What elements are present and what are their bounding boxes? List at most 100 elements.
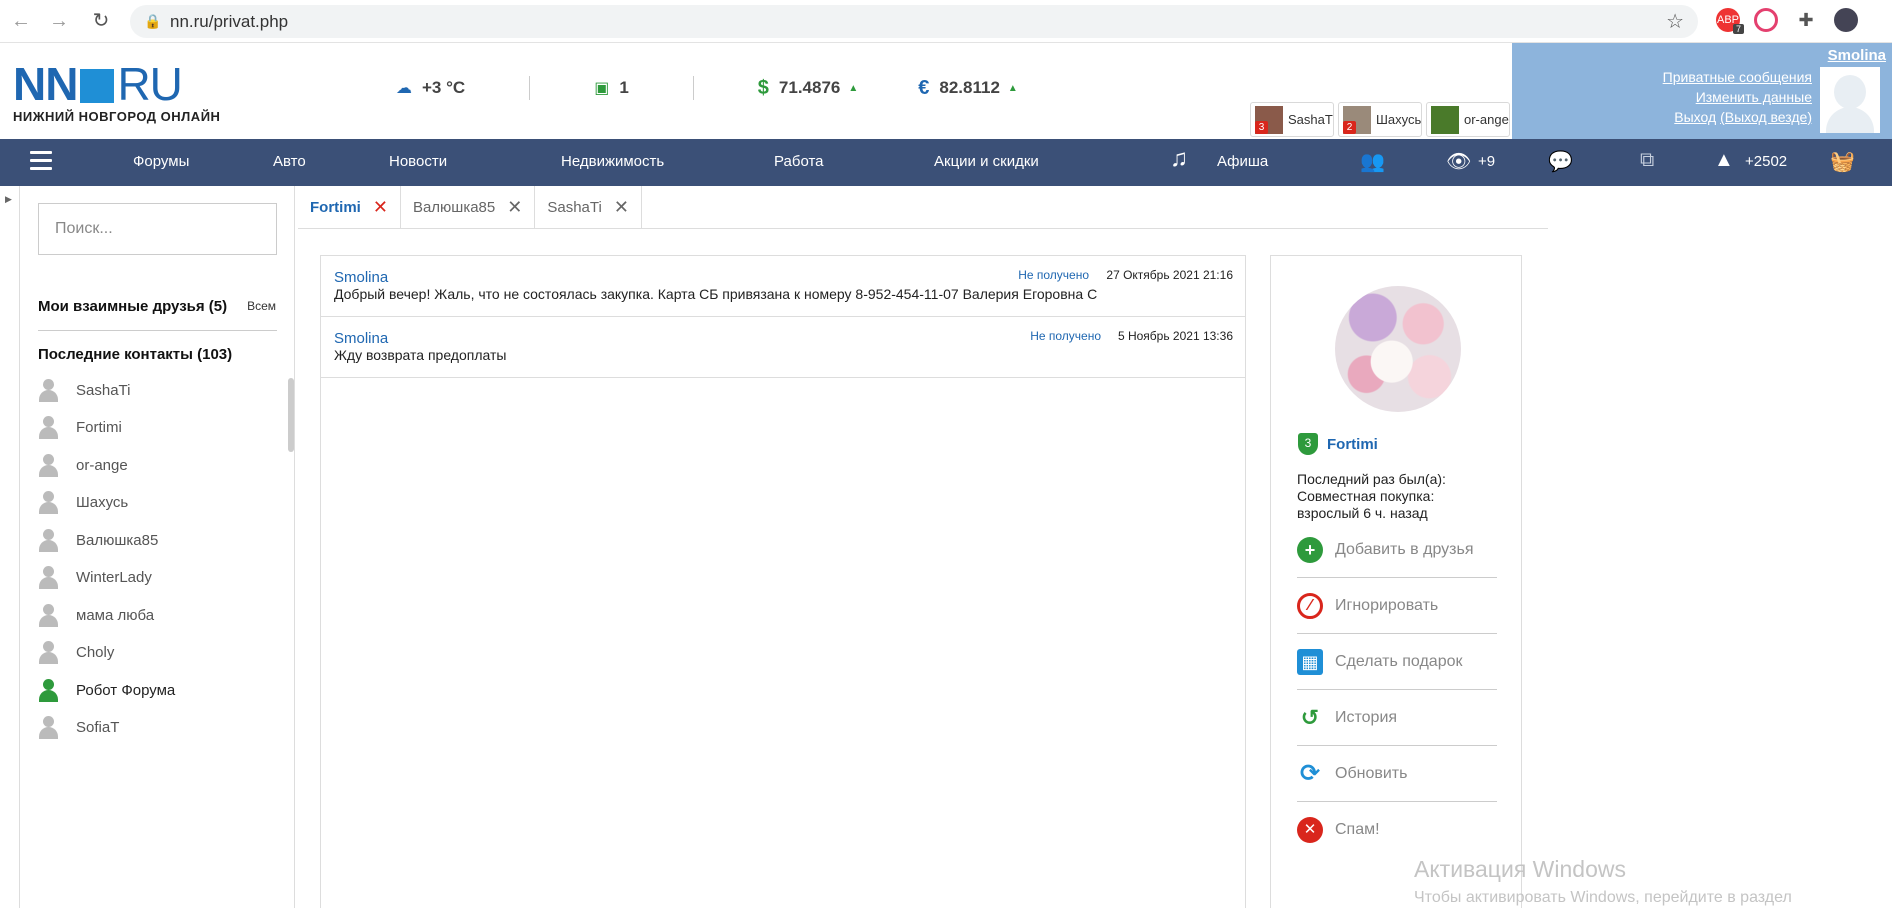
menu-hamburger-icon[interactable]	[30, 151, 52, 175]
message-text: Жду возврата предоплаты	[334, 347, 507, 363]
last-seen-info: Последний раз был(а): Совместная покупка…	[1297, 471, 1446, 521]
traffic-map-icon: ▣	[594, 80, 610, 97]
lock-icon: 🔒	[144, 13, 162, 29]
nav-deals[interactable]: Акции и скидки	[934, 153, 1039, 170]
site-header: NN RU НИЖНИЙ НОВГОРОД ОНЛАЙН ☁ +3 °C ▣ 1 …	[0, 43, 1892, 139]
close-icon[interactable]: ✕	[507, 197, 522, 218]
contact-item[interactable]: Шахусь	[38, 487, 268, 517]
block-icon: ⁄	[1297, 592, 1323, 619]
avatar	[1431, 105, 1459, 134]
nav-jobs[interactable]: Работа	[774, 153, 824, 170]
add-friend-button[interactable]: + Добавить в друзья	[1297, 522, 1497, 578]
windows-icon[interactable]: ⧉	[1640, 149, 1654, 172]
nav-afisha[interactable]: Афиша	[1217, 153, 1268, 170]
back-icon[interactable]: ←	[8, 8, 34, 34]
contact-item[interactable]: Робот Форума	[38, 675, 268, 705]
user-icon	[38, 714, 58, 740]
user-icon	[38, 414, 58, 440]
plus-icon: +	[1297, 536, 1323, 563]
friends-all-link[interactable]: Всем	[247, 299, 276, 313]
windows-activation-watermark: Активация Windows Чтобы активировать Win…	[1414, 856, 1792, 906]
contact-item[interactable]: Choly	[38, 637, 268, 667]
user-icon	[38, 564, 58, 590]
message-status: Не получено	[1018, 268, 1089, 282]
refresh-button[interactable]: ⟳ Обновить	[1297, 746, 1497, 802]
gift-button[interactable]: ▦ Сделать подарок	[1297, 634, 1497, 690]
weather-cloud-icon: ☁	[396, 80, 412, 97]
extensions-puzzle-icon[interactable]: ✚	[1794, 8, 1818, 32]
open-chat-item[interactable]: or-ange	[1426, 102, 1510, 137]
sidebar-collapse-toggle[interactable]: ▶	[0, 186, 20, 908]
user-name-link[interactable]: Smolina	[1828, 47, 1886, 64]
contact-item[interactable]: SashaTi	[38, 375, 268, 405]
contact-item[interactable]: мама люба	[38, 600, 268, 630]
views-eye-icon[interactable]: 👁	[1446, 149, 1471, 174]
nav-news[interactable]: Новости	[389, 153, 447, 170]
user-icon	[38, 452, 58, 478]
user-icon	[38, 377, 58, 403]
open-chat-item[interactable]: 2 Шахусь	[1338, 102, 1422, 137]
usd-rate[interactable]: $ 71.4876 ▲	[758, 77, 858, 100]
url-text[interactable]: nn.ru/privat.php	[170, 12, 288, 32]
user-icon	[38, 639, 58, 665]
contact-item[interactable]: or-ange	[38, 450, 268, 480]
chat-tabs: Fortimi ✕ Валюшка85 ✕ SashaTi ✕	[298, 186, 1548, 229]
forward-icon[interactable]: →	[46, 8, 72, 34]
history-button[interactable]: ↺ История	[1297, 690, 1497, 746]
history-icon: ↺	[1297, 704, 1323, 731]
profile-photo[interactable]	[1335, 286, 1461, 412]
contact-item[interactable]: WinterLady	[38, 562, 268, 592]
message-author-link[interactable]: Smolina	[334, 330, 388, 347]
profile-avatar[interactable]	[1834, 8, 1858, 32]
close-icon[interactable]: ✕	[614, 197, 629, 218]
sidebar-scrollbar[interactable]	[288, 378, 294, 452]
address-bar[interactable]: 🔒 nn.ru/privat.php ☆	[130, 5, 1698, 38]
message-list: Smolina Не получено 27 Октябрь 2021 21:1…	[320, 255, 1246, 908]
instagram-extension-icon[interactable]	[1754, 8, 1778, 32]
contact-item[interactable]: SofiaT	[38, 712, 268, 742]
spam-icon: ✕	[1297, 817, 1323, 843]
views-count: +9	[1478, 153, 1496, 170]
basket-icon[interactable]: 🧺	[1830, 149, 1855, 174]
open-chat-item[interactable]: 3 SashaTi	[1250, 102, 1334, 137]
main-nav: Форумы Авто Новости Недвижимость Работа …	[0, 139, 1892, 186]
weather-widget[interactable]: ☁ +3 °C	[396, 78, 465, 98]
tab-sashati[interactable]: SashaTi ✕	[535, 186, 642, 229]
traffic-widget[interactable]: ▣ 1	[594, 78, 629, 98]
mutual-friends-title[interactable]: Мои взаимные друзья (5)	[38, 298, 227, 315]
rate-up-icon: ▲	[1007, 82, 1018, 94]
extension-badge: 7	[1733, 24, 1745, 34]
rating-arrow-icon[interactable]: ▲	[1714, 149, 1734, 172]
profile-name-link[interactable]: Fortimi	[1327, 436, 1378, 453]
user-online-icon	[38, 677, 58, 703]
logout-everywhere-link[interactable]: (Выход везде)	[1720, 109, 1812, 125]
contact-profile-card: 3 Fortimi Последний раз был(а): Совместн…	[1270, 255, 1522, 908]
refresh-icon: ⟳	[1297, 760, 1323, 787]
tab-fortimi[interactable]: Fortimi ✕	[298, 186, 401, 229]
private-messages-link[interactable]: Приватные сообщения	[1663, 69, 1812, 85]
edit-profile-link[interactable]: Изменить данные	[1696, 89, 1812, 105]
nav-auto[interactable]: Авто	[273, 153, 306, 170]
user-avatar[interactable]	[1820, 67, 1880, 133]
search-input[interactable]	[38, 203, 277, 255]
close-icon[interactable]: ✕	[373, 197, 388, 218]
tab-valyushka85[interactable]: Валюшка85 ✕	[401, 186, 536, 229]
bookmark-star-icon[interactable]: ☆	[1666, 9, 1684, 34]
site-logo[interactable]: NN RU НИЖНИЙ НОВГОРОД ОНЛАЙН	[13, 61, 220, 124]
contact-item[interactable]: Валюшка85	[38, 525, 268, 555]
logout-link[interactable]: Выход	[1674, 109, 1716, 125]
nav-forums[interactable]: Форумы	[133, 153, 189, 170]
messages-bubble-icon[interactable]: 💬	[1548, 149, 1573, 174]
contact-item[interactable]: Fortimi	[38, 412, 268, 442]
nav-realty[interactable]: Недвижимость	[561, 153, 664, 170]
rate-up-icon: ▲	[848, 82, 859, 94]
user-icon	[38, 602, 58, 628]
ignore-button[interactable]: ⁄ Игнорировать	[1297, 578, 1497, 634]
friends-icon[interactable]: 👥	[1360, 149, 1385, 174]
avatar: 2	[1343, 105, 1371, 134]
reload-icon[interactable]: ↻	[88, 8, 114, 34]
message-date: 5 Ноябрь 2021 13:36	[1117, 329, 1233, 343]
eur-rate[interactable]: € 82.8112 ▲	[918, 77, 1018, 100]
spam-button[interactable]: ✕ Спам!	[1297, 802, 1497, 858]
message-author-link[interactable]: Smolina	[334, 269, 388, 286]
